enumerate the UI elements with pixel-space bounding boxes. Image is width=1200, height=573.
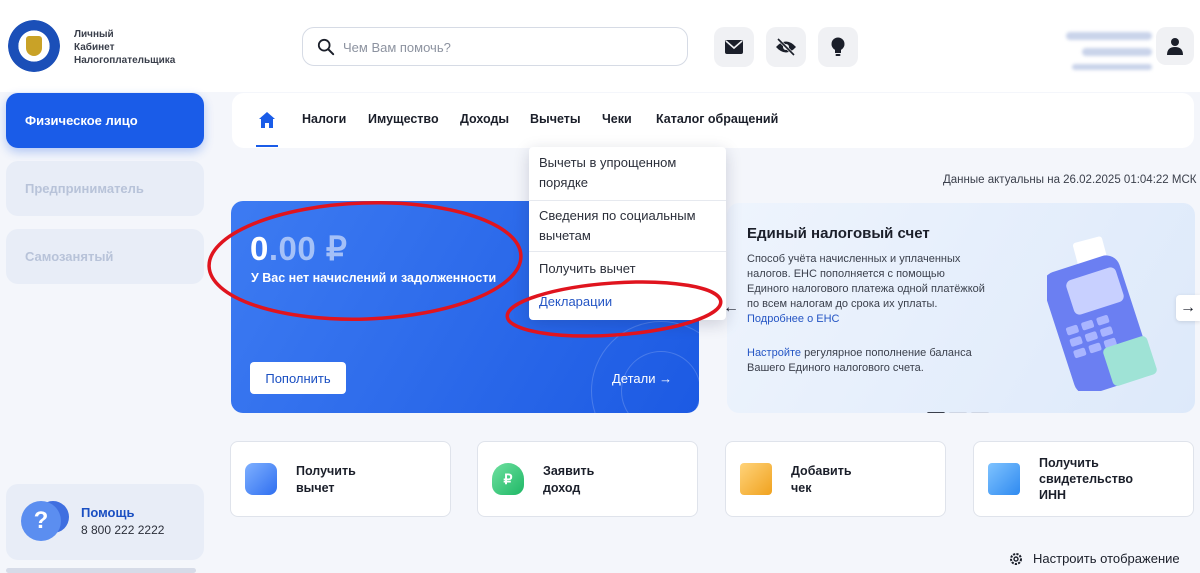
- fns-logo-emblem[interactable]: [8, 20, 60, 72]
- logo-line-1: Личный: [74, 29, 114, 40]
- dropdown-item-social[interactable]: Сведения по социальным вычетам: [539, 206, 719, 246]
- quick-action-inn-certificate[interactable]: Получить свидетельство ИНН: [973, 441, 1194, 517]
- nav-income[interactable]: Доходы: [460, 112, 509, 126]
- ens-description: Способ учёта начисленных и уплаченных на…: [747, 252, 987, 327]
- balance-note: У Вас нет начислений и задолженности: [251, 271, 497, 285]
- ens-setup-text: Настройте регулярное пополнение баланса …: [747, 346, 1007, 376]
- sidebar-item-individual[interactable]: Физическое лицо: [6, 93, 204, 148]
- nav-requests-catalog[interactable]: Каталог обращений: [656, 112, 778, 126]
- ens-desc-text: Способ учёта начисленных и уплаченных на…: [747, 253, 985, 310]
- quick-action-add-receipt[interactable]: Добавить чек: [725, 441, 946, 517]
- home-icon[interactable]: [258, 111, 276, 129]
- ens-title: Единый налоговый счет: [747, 225, 930, 242]
- qa-label-line2: вычет: [296, 481, 335, 495]
- arrow-right-icon: →: [659, 371, 673, 386]
- configure-display-link[interactable]: Настроить отображение: [1009, 551, 1180, 566]
- tips-button[interactable]: [818, 27, 858, 67]
- configure-label: Настроить отображение: [1033, 551, 1180, 566]
- search-placeholder: Чем Вам помочь?: [343, 40, 451, 55]
- messages-button[interactable]: [714, 27, 754, 67]
- hide-balance-button[interactable]: [766, 27, 806, 67]
- qa-label-line1: Добавить: [791, 464, 852, 478]
- help-box[interactable]: ? Помощь 8 800 222 2222: [6, 484, 204, 560]
- help-phone: 8 800 222 2222: [81, 523, 165, 537]
- qa-label-line2: доход: [543, 481, 581, 495]
- sidebar-item-entrepreneur[interactable]: Предприниматель: [6, 161, 204, 216]
- quick-action-get-deduction[interactable]: Получить вычет: [230, 441, 451, 517]
- quick-action-declare-income[interactable]: ₽ Заявить доход: [477, 441, 698, 517]
- arrow-right-icon: →: [1180, 299, 1196, 316]
- payment-terminal-illustration: [1047, 236, 1157, 391]
- card-icon: [245, 463, 277, 495]
- nav-taxes[interactable]: Налоги: [302, 112, 346, 126]
- main-nav: Налоги Имущество Доходы Вычеты Чеки Ката…: [232, 93, 1194, 148]
- qa-label-line1: Получить: [1039, 456, 1099, 470]
- profile-button[interactable]: [1156, 27, 1194, 65]
- ruble-bag-icon: ₽: [492, 463, 524, 495]
- logo-line-3: Налогоплательщика: [74, 55, 176, 66]
- ens-setup-link[interactable]: Настройте: [747, 347, 801, 359]
- eye-off-icon: [776, 38, 796, 56]
- details-link[interactable]: Детали →: [612, 371, 672, 386]
- balance-amount-dec: .00 ₽: [268, 230, 348, 267]
- qa-label-line2: свидетельство: [1039, 472, 1133, 486]
- sidebar-item-self-employed[interactable]: Самозанятый: [6, 229, 204, 284]
- search-icon: [317, 38, 335, 56]
- search-input[interactable]: Чем Вам помочь?: [302, 27, 688, 66]
- carousel-next-button[interactable]: →: [1176, 295, 1200, 321]
- help-title: Помощь: [81, 505, 135, 520]
- qa-label-line2: чек: [791, 481, 812, 495]
- user-name-blurred: [1032, 28, 1152, 76]
- dropdown-item-get-deduction[interactable]: Получить вычет: [539, 259, 719, 279]
- deductions-dropdown: Вычеты в упрощенном порядке Сведения по …: [529, 147, 726, 320]
- data-timestamp: Данные актуальны на 26.02.2025 01:04:22 …: [943, 174, 1197, 186]
- home-active-indicator: [256, 145, 278, 147]
- balance-amount-int: 0: [250, 230, 269, 267]
- gear-icon: [1010, 552, 1022, 565]
- balance-amount: 0.00 ₽: [250, 229, 347, 268]
- logo-text[interactable]: Личный Кабинет Налогоплательщика: [74, 28, 175, 67]
- dropdown-item-declarations[interactable]: Декларации: [539, 292, 719, 312]
- qa-label-line1: Заявить: [543, 464, 595, 478]
- qa-label-line3: ИНН: [1039, 488, 1067, 502]
- qa-label-line1: Получить: [296, 464, 356, 478]
- lightbulb-icon: [831, 37, 845, 56]
- receipt-icon: [740, 463, 772, 495]
- question-icon: ?: [21, 501, 61, 541]
- topup-button[interactable]: Пополнить: [250, 362, 346, 394]
- sidebar-scrollbar[interactable]: [6, 568, 196, 573]
- details-label: Детали: [612, 371, 656, 386]
- dropdown-item-simplified[interactable]: Вычеты в упрощенном порядке: [539, 153, 719, 193]
- carousel-dots[interactable]: [927, 402, 993, 413]
- nav-deductions[interactable]: Вычеты: [530, 112, 581, 126]
- ens-more-link[interactable]: Подробнее о ЕНС: [747, 313, 840, 325]
- mail-icon: [725, 40, 743, 54]
- logo-line-2: Кабинет: [74, 42, 115, 53]
- monitor-icon: [988, 463, 1020, 495]
- ens-banner: Единый налоговый счет Способ учёта начис…: [727, 203, 1195, 413]
- nav-property[interactable]: Имущество: [368, 112, 439, 126]
- user-icon: [1167, 38, 1183, 55]
- nav-receipts[interactable]: Чеки: [602, 112, 632, 126]
